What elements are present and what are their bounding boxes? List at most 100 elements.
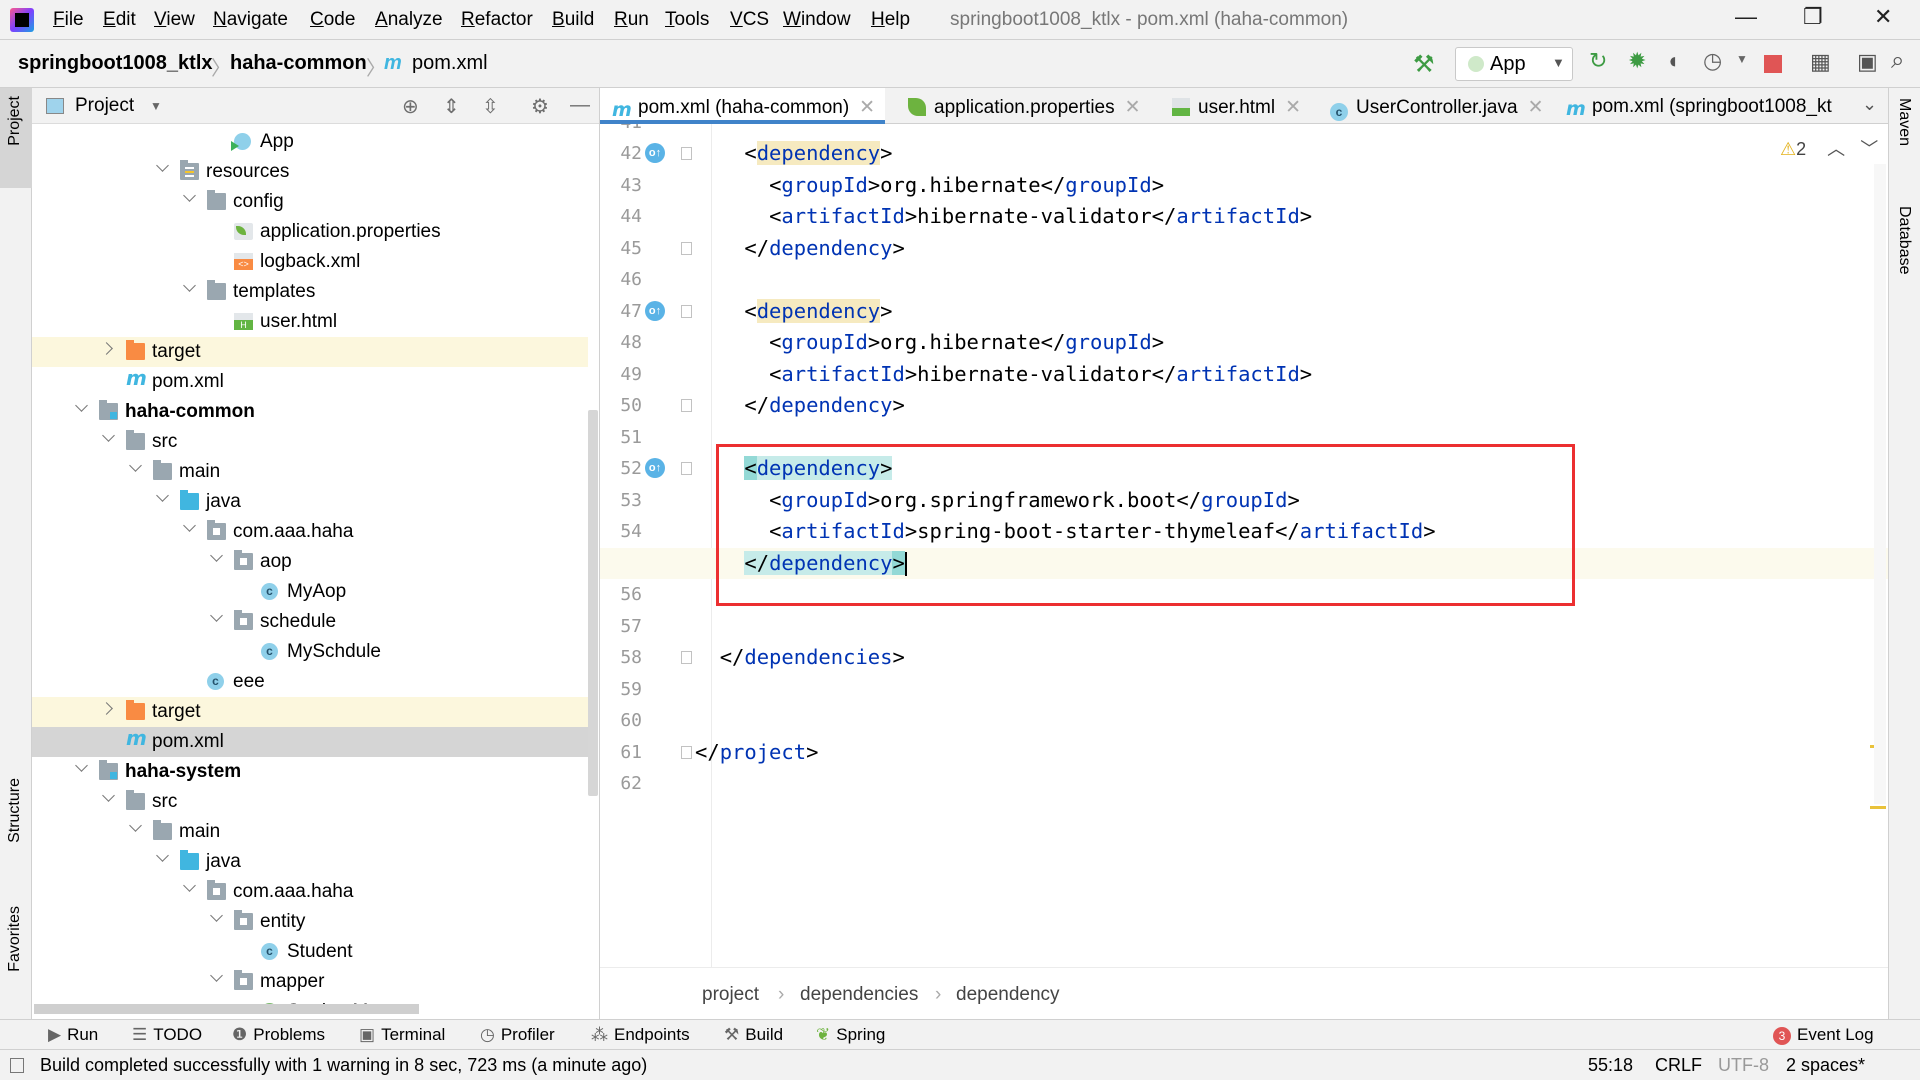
rerun-icon[interactable]: ↻ — [1589, 48, 1607, 74]
project-horizontal-scrollbar[interactable] — [34, 1004, 419, 1014]
menu-tools[interactable]: Tools — [665, 9, 709, 31]
tree-item[interactable]: haha-common — [32, 397, 588, 427]
menu-file[interactable]: File — [53, 9, 84, 31]
search-icon[interactable]: ⌕ — [1891, 47, 1904, 75]
chevron-down-icon[interactable] — [183, 881, 197, 895]
chevron-down-icon[interactable] — [210, 551, 224, 565]
crumb-project[interactable]: project — [702, 984, 759, 1006]
run-config-dropdown[interactable]: App ▼ — [1455, 47, 1573, 81]
breadcrumb-file[interactable]: pom.xml — [412, 52, 488, 75]
line-separator[interactable]: CRLF — [1655, 1055, 1702, 1076]
hammer-icon[interactable]: ⚒ — [1413, 50, 1435, 79]
menu-navigate[interactable]: Navigate — [213, 9, 288, 31]
chevron-right-icon[interactable] — [102, 701, 116, 715]
hide-icon[interactable]: — — [570, 94, 590, 117]
caret-position[interactable]: 55:18 — [1588, 1055, 1633, 1076]
close-tab-icon[interactable]: ✕ — [859, 97, 875, 118]
locate-icon[interactable]: ⊕ — [402, 94, 419, 119]
tree-item[interactable]: src — [32, 427, 588, 457]
file-encoding[interactable]: UTF-8 — [1718, 1055, 1769, 1076]
chevron-down-icon[interactable] — [210, 971, 224, 985]
status-message[interactable]: Build completed successfully with 1 warn… — [40, 1055, 647, 1076]
menu-refactor[interactable]: Refactor — [461, 9, 533, 31]
tree-item[interactable]: java — [32, 487, 588, 517]
inspection-widget[interactable]: ⚠2 ︿ ﹀ — [1780, 135, 1878, 161]
tree-item[interactable]: m pom.xml — [32, 367, 588, 397]
chevron-down-icon[interactable] — [75, 761, 89, 775]
chevron-down-icon[interactable] — [75, 401, 89, 415]
chevron-down-icon[interactable] — [156, 161, 170, 175]
tabs-overflow-chevron-icon[interactable]: ⌄ — [1862, 94, 1877, 115]
crumb-dependency[interactable]: dependency — [956, 984, 1060, 1006]
editor-tab[interactable]: user.html ✕ — [1172, 88, 1301, 124]
terminal-tool-button[interactable]: ▣ Terminal — [359, 1025, 445, 1045]
minimize-button[interactable]: — — [1735, 4, 1757, 30]
tree-item[interactable]: c Student — [32, 937, 588, 967]
editor-tab[interactable]: m pom.xml (haha-common) ✕ — [600, 88, 886, 124]
chevron-down-icon[interactable]: ▼ — [1736, 52, 1748, 66]
chevron-down-icon[interactable]: ▼ — [150, 99, 162, 113]
toggle-tool-windows-icon[interactable] — [10, 1058, 24, 1073]
tree-item[interactable]: com.aaa.haha — [32, 877, 588, 907]
editor-tab[interactable]: application.properties ✕ — [908, 88, 1141, 124]
close-tab-icon[interactable]: ✕ — [1285, 97, 1301, 118]
tree-item[interactable]: user.html — [32, 307, 588, 337]
build-tool-button[interactable]: ⚒ Build — [724, 1025, 783, 1045]
chevron-down-icon[interactable] — [210, 611, 224, 625]
tree-item[interactable]: App — [32, 127, 588, 157]
close-button[interactable]: ✕ — [1874, 4, 1892, 30]
favorites-tool-button[interactable]: Favorites — [6, 906, 24, 972]
project-scrollbar[interactable] — [588, 410, 598, 796]
tree-item[interactable]: m pom.xml — [32, 727, 588, 757]
tree-item[interactable]: com.aaa.haha — [32, 517, 588, 547]
tree-item[interactable]: c eee — [32, 667, 588, 697]
tree-item[interactable]: java — [32, 847, 588, 877]
next-highlight-icon[interactable]: ﹀ — [1860, 139, 1878, 159]
project-view-selector[interactable]: Project — [75, 95, 134, 117]
chevron-down-icon[interactable] — [183, 521, 197, 535]
tree-item[interactable]: resources — [32, 157, 588, 187]
tree-item[interactable]: logback.xml — [32, 247, 588, 277]
structure-tool-button[interactable]: Structure — [6, 778, 24, 843]
close-tab-icon[interactable]: ✕ — [1125, 97, 1141, 118]
indent-setting[interactable]: 2 spaces* — [1786, 1055, 1865, 1076]
breadcrumb-project[interactable]: springboot1008_ktlx — [18, 52, 213, 75]
breadcrumb-module[interactable]: haha-common — [230, 52, 367, 75]
chevron-down-icon[interactable] — [210, 911, 224, 925]
run-tool-button[interactable]: ▶ Run — [48, 1025, 98, 1045]
tree-item[interactable]: main — [32, 457, 588, 487]
event-log-button[interactable]: 3 Event Log — [1773, 1025, 1874, 1045]
previous-highlight-icon[interactable]: ︿ — [1827, 139, 1845, 159]
tree-item[interactable]: entity — [32, 907, 588, 937]
tree-item[interactable]: c MyAop — [32, 577, 588, 607]
tree-item[interactable]: main — [32, 817, 588, 847]
menu-window[interactable]: Window — [783, 9, 851, 31]
tree-item[interactable]: schedule — [32, 607, 588, 637]
spring-tool-button[interactable]: ❦ Spring — [816, 1025, 885, 1045]
profiler-tool-button[interactable]: ◷ Profiler — [480, 1025, 555, 1045]
tree-item[interactable]: aop — [32, 547, 588, 577]
chevron-down-icon[interactable] — [102, 431, 116, 445]
menu-code[interactable]: Code — [310, 9, 355, 31]
database-tool-button[interactable]: Database — [1895, 206, 1913, 275]
endpoints-tool-button[interactable]: ⁂ Endpoints — [591, 1025, 690, 1045]
close-tab-icon[interactable]: ✕ — [1528, 97, 1544, 118]
chevron-down-icon[interactable] — [156, 851, 170, 865]
menu-run[interactable]: Run — [614, 9, 649, 31]
gear-icon[interactable]: ⚙ — [531, 94, 549, 119]
chevron-down-icon[interactable] — [129, 461, 143, 475]
coverage-icon[interactable]: ◖ — [1666, 48, 1679, 74]
menu-analyze[interactable]: Analyze — [375, 9, 443, 31]
warning-stripe-mark[interactable] — [1870, 806, 1886, 809]
restore-button[interactable]: ❐ — [1803, 4, 1823, 30]
editor-scrollbar[interactable] — [1874, 164, 1886, 804]
tree-item[interactable]: StudentMapper — [32, 997, 588, 1004]
chevron-down-icon[interactable] — [183, 281, 197, 295]
stop-icon[interactable] — [1764, 55, 1782, 73]
project-structure-icon[interactable]: ▦ — [1810, 49, 1831, 75]
menu-help[interactable]: Help — [871, 9, 910, 31]
chevron-down-icon[interactable] — [183, 191, 197, 205]
tree-item[interactable]: templates — [32, 277, 588, 307]
menu-view[interactable]: View — [154, 9, 195, 31]
crumb-dependencies[interactable]: dependencies — [800, 984, 918, 1006]
